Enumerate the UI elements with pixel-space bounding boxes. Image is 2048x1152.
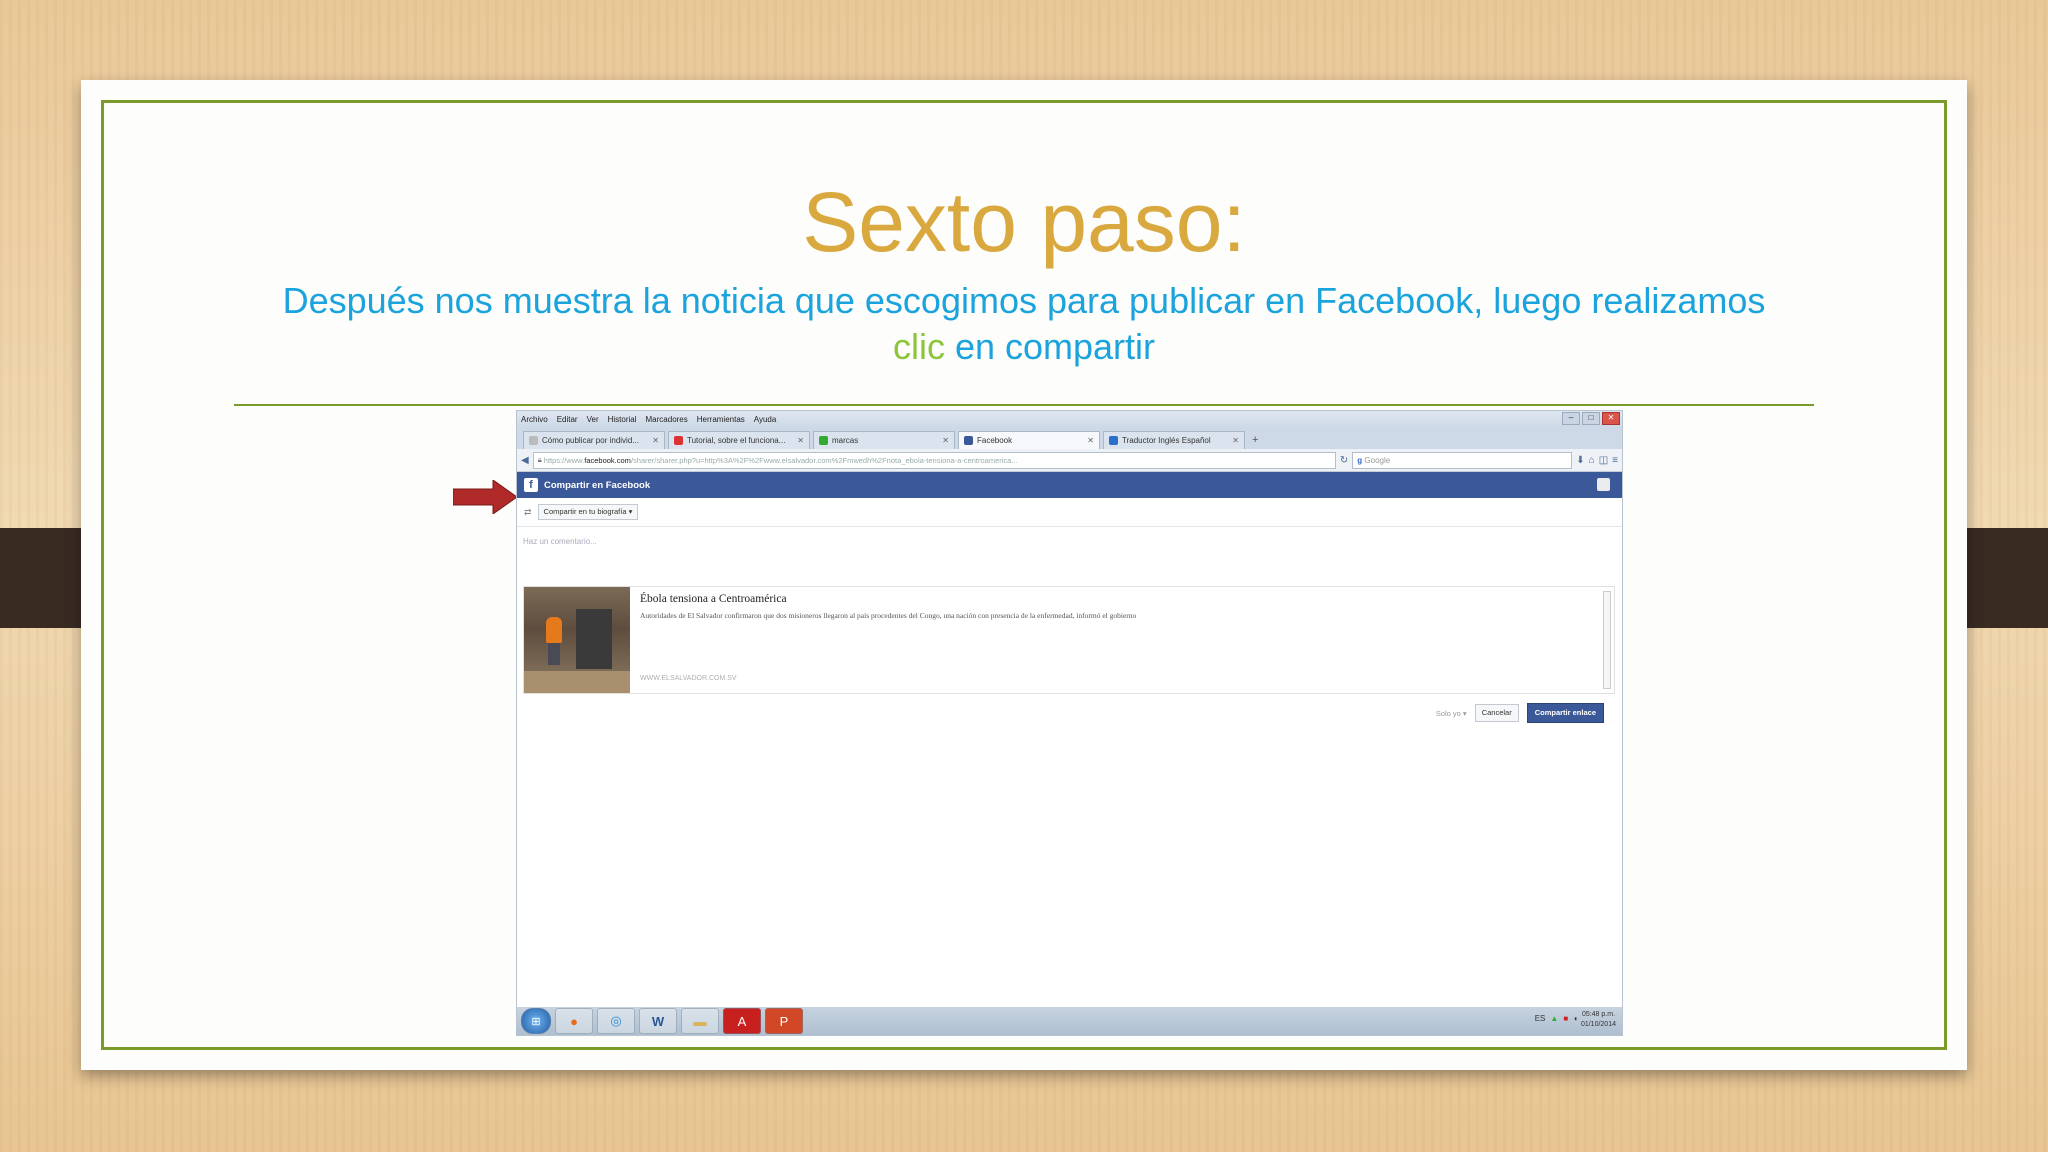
share-target-dropdown[interactable]: Compartir en tu biografía ▾ <box>537 504 639 520</box>
cancel-button[interactable]: Cancelar <box>1474 704 1519 722</box>
menu-editar[interactable]: Editar <box>557 415 578 424</box>
close-tab-icon[interactable]: ✕ <box>797 436 804 445</box>
new-tab-button[interactable]: + <box>1248 431 1262 449</box>
dialog-actions: Solo yo ▾ Cancelar Compartir enlace <box>1436 703 1604 723</box>
share-target-row: ⇄ Compartir en tu biografía ▾ <box>517 498 1622 527</box>
system-clock[interactable]: 05:48 p.m. 01/10/2014 <box>1581 1010 1616 1030</box>
antivirus-icon[interactable]: ■ <box>1563 1014 1568 1023</box>
windows-start-icon[interactable]: ⊞ <box>521 1008 551 1034</box>
tab-label: Tutorial, sobre el funciona... <box>687 436 786 445</box>
share-icon: ⇄ <box>524 506 532 517</box>
slide-title: Sexto paso: <box>802 175 1246 269</box>
menu-marcadores[interactable]: Marcadores <box>646 415 688 424</box>
volume-icon[interactable]: ◖ <box>1573 1014 1578 1023</box>
url-domain: facebook.com <box>584 455 631 465</box>
tab-facebook[interactable]: Facebook ✕ <box>958 431 1100 449</box>
link-preview: Ébola tensiona a Centroamérica Autoridad… <box>523 586 1615 694</box>
tab-label: marcas <box>832 436 859 445</box>
chrome-icon[interactable]: ◎ <box>597 1008 635 1034</box>
menu-herramientas[interactable]: Herramientas <box>697 415 745 424</box>
title-divider <box>234 404 1814 406</box>
google-icon: g <box>1357 455 1363 465</box>
search-placeholder: Google <box>1364 455 1391 465</box>
window-controls: – □ ✕ <box>1562 412 1620 425</box>
arrow-right-icon <box>453 480 517 514</box>
article-domain: WWW.ELSALVADOR.COM.SV <box>640 675 737 682</box>
article-thumbnail <box>524 587 630 693</box>
audience-selector[interactable]: Solo yo ▾ <box>1436 709 1467 718</box>
sync-icon[interactable]: ◫ <box>1599 455 1608 466</box>
acrobat-icon[interactable]: A <box>723 1008 761 1034</box>
facebook-logo-icon: f <box>524 478 538 492</box>
menu-historial[interactable]: Historial <box>608 415 637 424</box>
download-icon[interactable]: ⬇ <box>1576 455 1584 466</box>
tab-tutorial[interactable]: Tutorial, sobre el funciona... ✕ <box>668 431 810 449</box>
home-icon[interactable]: ⌂ <box>1589 455 1595 466</box>
folder-icon[interactable]: ▬ <box>681 1008 719 1034</box>
tab-traductor[interactable]: Traductor Inglés Español ✕ <box>1103 431 1245 449</box>
subtitle-text: Después nos muestra la noticia que escog… <box>282 280 1766 321</box>
clock-date: 01/10/2014 <box>1580 1021 1616 1028</box>
fb-share-header: f Compartir en Facebook <box>517 472 1622 498</box>
minimize-button[interactable]: – <box>1562 412 1580 425</box>
share-link-button[interactable]: Compartir enlace <box>1526 703 1604 723</box>
network-icon[interactable]: ▲ <box>1550 1014 1558 1023</box>
menu-ver[interactable]: Ver <box>587 415 599 424</box>
back-icon[interactable]: ◀ <box>521 455 529 466</box>
browser-tabbar: Cómo publicar por individ... ✕ Tutorial, … <box>517 427 1622 449</box>
system-tray: ES ▲ ■ ◖ <box>1535 1014 1578 1023</box>
firefox-icon[interactable]: ● <box>555 1008 593 1034</box>
tab-label: Facebook <box>977 436 1013 445</box>
tab-label: Traductor Inglés Español <box>1122 436 1211 445</box>
close-tab-icon[interactable]: ✕ <box>942 436 949 445</box>
menu-archivo[interactable]: Archivo <box>521 415 548 424</box>
windows-taskbar: ⊞ ● ◎ W ▬ A P ES ▲ ■ ◖ 05:48 p.m. 01/10/… <box>517 1007 1622 1035</box>
url-path: /sharer/sharer.php?u=http%3A%2F%2Fwww.el… <box>630 455 1018 465</box>
youtube-icon <box>674 436 683 445</box>
page-icon <box>529 436 538 445</box>
tab-marcas[interactable]: marcas ✕ <box>813 431 955 449</box>
close-tab-icon[interactable]: ✕ <box>1232 436 1239 445</box>
translator-icon <box>1109 436 1118 445</box>
search-input[interactable]: g Google <box>1352 451 1573 469</box>
browser-menubar: Archivo Editar Ver Historial Marcadores … <box>517 411 1622 427</box>
close-dialog-icon[interactable] <box>1597 478 1610 491</box>
article-title[interactable]: Ébola tensiona a Centroamérica <box>640 593 787 605</box>
green-page-icon <box>819 436 828 445</box>
reload-icon[interactable]: ↻ <box>1340 455 1348 466</box>
embedded-screenshot: Archivo Editar Ver Historial Marcadores … <box>516 410 1623 1036</box>
lock-icon: 🔒︎ <box>537 455 542 464</box>
menu-icon[interactable]: ≡ <box>1612 455 1618 466</box>
tab-como-publicar[interactable]: Cómo publicar por individ... ✕ <box>523 431 665 449</box>
browser-navbar: ◀ 🔒︎ https://www. facebook.com/sharer/sha… <box>517 449 1622 472</box>
clock-time: 05:48 p.m. <box>1581 1011 1616 1018</box>
language-indicator[interactable]: ES <box>1535 1014 1546 1023</box>
maximize-button[interactable]: □ <box>1582 412 1600 425</box>
menu-ayuda[interactable]: Ayuda <box>754 415 777 424</box>
comment-input[interactable]: Haz un comentario... <box>517 527 1622 557</box>
slide-card: Sexto paso: Después nos muestra la notic… <box>81 80 1967 1070</box>
address-bar[interactable]: 🔒︎ https://www. facebook.com/sharer/share… <box>532 451 1336 469</box>
subtitle-text-end: en compartir <box>944 326 1156 367</box>
url-prefix: https://www. <box>543 455 585 465</box>
close-tab-icon[interactable]: ✕ <box>1087 436 1094 445</box>
close-window-button[interactable]: ✕ <box>1602 412 1620 425</box>
tab-label: Cómo publicar por individ... <box>542 436 639 445</box>
powerpoint-icon[interactable]: P <box>765 1008 803 1034</box>
slide-subtitle: Después nos muestra la noticia que escog… <box>221 278 1827 370</box>
word-icon[interactable]: W <box>639 1008 677 1034</box>
close-tab-icon[interactable]: ✕ <box>652 436 659 445</box>
preview-scrollbar[interactable] <box>1603 591 1611 689</box>
article-description: Autoridades de El Salvador confirmaron q… <box>640 611 1137 620</box>
fb-share-title: Compartir en Facebook <box>544 479 651 491</box>
subtitle-highlight: clic <box>892 326 945 367</box>
facebook-icon <box>964 436 973 445</box>
